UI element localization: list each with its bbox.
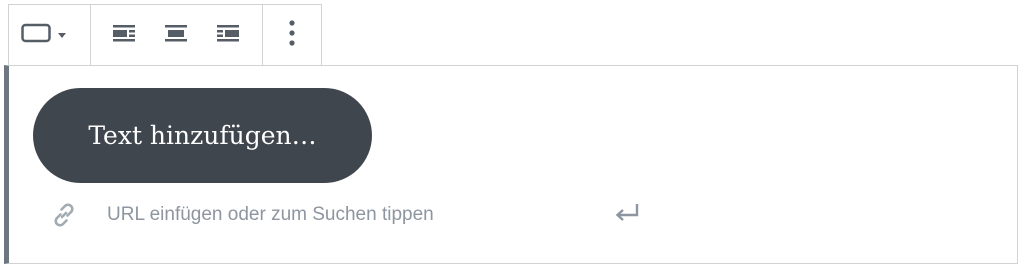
- link-icon: [47, 198, 81, 232]
- block-type-group: [9, 5, 90, 66]
- url-input[interactable]: [107, 198, 597, 232]
- button-text-field[interactable]: Text hinzufügen…: [33, 88, 372, 183]
- align-left-icon: [112, 23, 136, 48]
- align-right-button[interactable]: [209, 17, 247, 55]
- enter-arrow-icon: [613, 202, 641, 229]
- align-left-button[interactable]: [105, 17, 143, 55]
- align-right-icon: [216, 23, 240, 48]
- block-type-switcher[interactable]: [21, 23, 67, 48]
- block-toolbar: [8, 4, 322, 66]
- alignment-group: [90, 5, 262, 66]
- align-center-button[interactable]: [157, 17, 195, 55]
- apply-link-button[interactable]: [609, 200, 645, 230]
- button-block-icon: [21, 23, 51, 48]
- more-vertical-icon: [288, 20, 296, 51]
- more-options-button[interactable]: [288, 20, 296, 51]
- more-options-group: [262, 5, 321, 66]
- url-input-row: [47, 198, 597, 232]
- caret-down-icon: [57, 27, 67, 45]
- button-block: Text hinzufügen…: [4, 65, 1018, 264]
- button-placeholder-text: Text hinzufügen…: [88, 121, 317, 150]
- align-center-icon: [164, 23, 188, 48]
